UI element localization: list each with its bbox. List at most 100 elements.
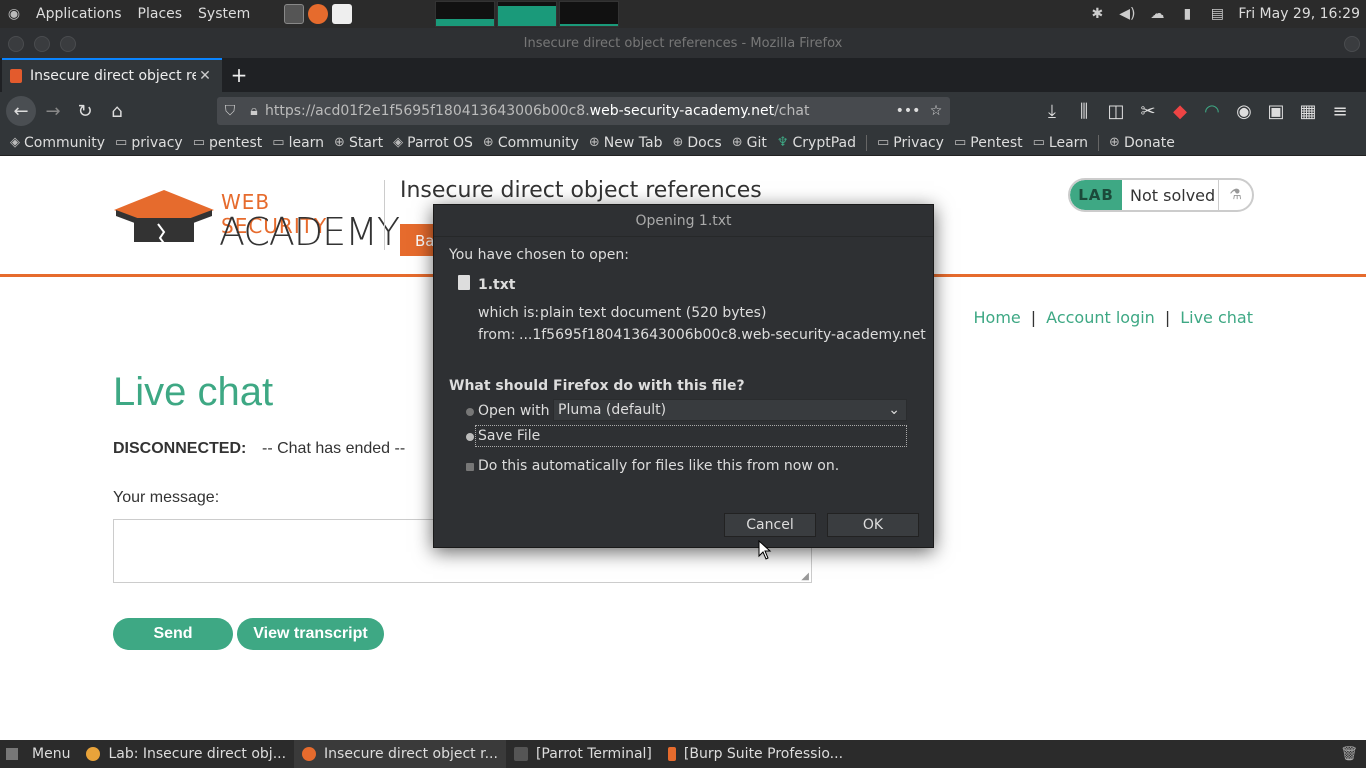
bookmark-git[interactable]: ⊕ Git	[732, 135, 767, 151]
account-login-link[interactable]: Account login	[1046, 308, 1155, 327]
text-editor-launcher-icon[interactable]	[332, 4, 353, 24]
bookmarks-toolbar: ◈ Community ▭ privacy ▭ pentest ▭ learn ⊕ Sta…	[0, 130, 1366, 156]
window-menu-button[interactable]	[1344, 36, 1360, 52]
task-firefox[interactable]: Insecure direct object r...	[294, 740, 506, 768]
page-actions-icon[interactable]: •••	[894, 103, 922, 119]
bookmark-community-2[interactable]: ⊕ Community	[483, 135, 579, 151]
dialog-filename: 1.txt	[478, 277, 516, 293]
volume-icon[interactable]: ◀)	[1116, 3, 1138, 25]
bookmark-docs[interactable]: ⊕ Docs	[672, 135, 721, 151]
firefox-launcher-icon[interactable]	[308, 4, 329, 24]
bookmark-privacy-folder-2[interactable]: ▭ Privacy	[877, 135, 944, 151]
portswigger-favicon-icon	[10, 69, 22, 83]
from-label: from:	[478, 327, 516, 343]
applications-menu[interactable]: Applications	[28, 0, 130, 28]
signal-icon[interactable]: ▮	[1176, 3, 1198, 25]
back-button[interactable]: ←	[6, 96, 36, 126]
clipboard-icon[interactable]: ▤	[1206, 3, 1228, 25]
reload-button[interactable]: ↻	[70, 96, 100, 126]
open-with-radio[interactable]	[466, 408, 474, 416]
auto-label[interactable]: Do this automatically for files like thi…	[478, 458, 839, 474]
bookmark-community[interactable]: ◈ Community	[10, 135, 105, 151]
dialog-title: Opening 1.txt	[434, 205, 933, 237]
file-icon	[458, 275, 470, 290]
dialog-question: What should Firefox do with this file?	[449, 378, 745, 394]
task-terminal[interactable]: [Parrot Terminal]	[506, 740, 660, 768]
view-transcript-button[interactable]: View transcript	[237, 618, 384, 650]
window-minimize-button[interactable]	[34, 36, 50, 52]
new-tab-button[interactable]: +	[222, 58, 256, 92]
bookmark-star-icon[interactable]: ☆	[922, 103, 950, 119]
bookmark-start[interactable]: ⊕ Start	[334, 135, 383, 151]
open-with-label[interactable]: Open with	[478, 403, 550, 419]
parrot-menu-icon[interactable]: ◉	[0, 6, 28, 22]
ublock-icon[interactable]: ◆	[1165, 96, 1195, 126]
bookmark-learn-folder-2[interactable]: ▭ Learn	[1033, 135, 1088, 151]
save-file-option[interactable]: Save File	[475, 425, 907, 447]
extensions-icon[interactable]: ▦	[1293, 96, 1323, 126]
menu-button[interactable]: Menu	[24, 740, 78, 768]
system-menu[interactable]: System	[190, 0, 258, 28]
cryptpad-icon: ♆	[776, 135, 789, 150]
url-bar[interactable]: ⛉ 🔒︎ https://acd01f2e1f5695f180413643006…	[217, 97, 950, 125]
bookmark-new-tab[interactable]: ⊕ New Tab	[589, 135, 663, 151]
save-file-radio[interactable]	[466, 433, 474, 441]
clock[interactable]: Fri May 29, 16:29	[1232, 6, 1366, 22]
graduation-cap-icon	[114, 190, 214, 246]
open-with-select[interactable]: Pluma (default) ⌄	[553, 399, 907, 421]
bluetooth-icon[interactable]: ✱	[1086, 3, 1108, 25]
show-desktop-button[interactable]	[0, 740, 24, 768]
extension-icon[interactable]: ◠	[1197, 96, 1227, 126]
burp-icon	[667, 747, 676, 761]
window-close-button[interactable]	[8, 36, 24, 52]
forward-button[interactable]: →	[38, 96, 68, 126]
auto-checkbox[interactable]	[466, 463, 474, 471]
close-tab-icon[interactable]: ✕	[196, 68, 214, 84]
hamburger-menu-icon[interactable]: ≡	[1325, 96, 1355, 126]
lab-status-text: Not solved	[1130, 185, 1216, 205]
network-icon[interactable]: ☁	[1146, 3, 1168, 25]
download-dialog: Opening 1.txt You have chosen to open: 1…	[433, 204, 934, 548]
home-button[interactable]: ⌂	[102, 96, 132, 126]
bookmark-donate[interactable]: ⊕ Donate	[1109, 135, 1175, 151]
window-titlebar: Insecure direct object references - Mozi…	[0, 28, 1366, 58]
cancel-button[interactable]: Cancel	[724, 513, 816, 537]
places-menu[interactable]: Places	[130, 0, 191, 28]
home-link[interactable]: Home	[974, 308, 1021, 327]
lab-title: Insecure direct object references	[400, 178, 762, 203]
bookmark-cryptpad[interactable]: ♆ CryptPad	[777, 135, 856, 151]
flask-icon: ⚗	[1218, 180, 1252, 210]
trash-icon[interactable]: 🗑︎	[1332, 740, 1366, 768]
disconnected-label: DISCONNECTED:	[113, 440, 247, 457]
ok-button[interactable]: OK	[827, 513, 919, 537]
bookmark-learn-folder[interactable]: ▭ learn	[272, 135, 324, 151]
globe-icon: ⊕	[672, 135, 684, 150]
bookmark-privacy-folder[interactable]: ▭ privacy	[115, 135, 183, 151]
folder-icon: ▭	[192, 135, 206, 150]
live-chat-link[interactable]: Live chat	[1180, 308, 1253, 327]
downloads-icon[interactable]: ⤓	[1037, 96, 1067, 126]
container-icon[interactable]: ▣	[1261, 96, 1291, 126]
resize-handle-icon[interactable]: ◢	[801, 571, 809, 582]
library-icon[interactable]: ⫼	[1069, 96, 1099, 126]
send-button[interactable]: Send	[113, 618, 233, 650]
bookmark-pentest-folder[interactable]: ▭ pentest	[193, 135, 263, 151]
window-title: Insecure direct object references - Mozi…	[523, 35, 843, 51]
task-burp-suite[interactable]: [Burp Suite Professio...	[660, 740, 851, 768]
account-icon[interactable]: ◉	[1229, 96, 1259, 126]
window-maximize-button[interactable]	[60, 36, 76, 52]
sidebar-icon[interactable]: ◫	[1101, 96, 1131, 126]
bookmark-parrot-os[interactable]: ◈ Parrot OS	[393, 135, 473, 151]
chevron-down-icon: ⌄	[888, 402, 900, 418]
from-value: ...1f5695f180413643006b00c8.web-security…	[519, 327, 926, 343]
task-chromium-lab[interactable]: Lab: Insecure direct obj...	[78, 740, 294, 768]
screenshot-icon[interactable]: ✂	[1133, 96, 1163, 126]
tab-insecure-direct-object-references[interactable]: Insecure direct object ref ✕	[2, 58, 222, 92]
lock-icon[interactable]: 🔒︎	[243, 103, 265, 119]
bookmark-pentest-folder-2[interactable]: ▭ Pentest	[954, 135, 1023, 151]
shield-icon[interactable]: ⛉	[217, 103, 243, 119]
terminal-launcher-icon[interactable]	[284, 4, 305, 24]
page-title: Live chat	[113, 370, 274, 414]
web-security-academy-logo[interactable]: WEB SECURITY ACADEMY	[114, 186, 400, 254]
tab-strip: Insecure direct object ref ✕ +	[0, 58, 1366, 92]
